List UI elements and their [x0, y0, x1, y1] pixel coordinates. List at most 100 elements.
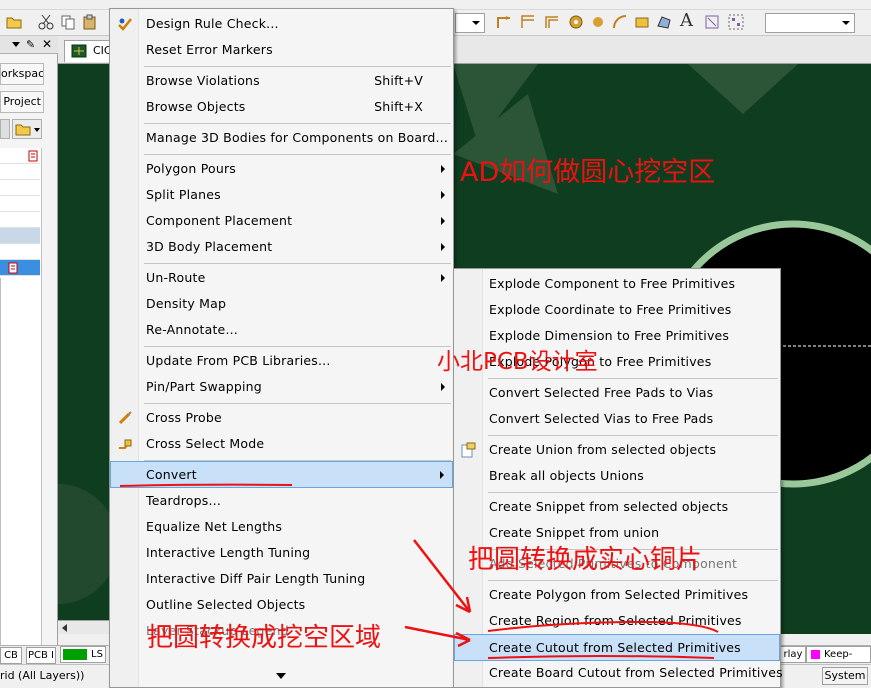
menu-item-diff-pair-length-tuning[interactable]: Interactive Diff Pair Length Tuning	[110, 566, 453, 592]
annotation-watermark: 小北PCB设计室	[437, 349, 598, 375]
projects-panel: ✎ ✕ orkspace Project	[0, 36, 58, 688]
menu-item-vias-to-pads[interactable]: Convert Selected Vias to Free Pads	[454, 406, 780, 432]
polygon-icon[interactable]	[656, 14, 672, 30]
pad-icon[interactable]	[590, 14, 606, 30]
submenu-arrow-icon	[441, 243, 445, 251]
menu-item-create-board-cutout[interactable]: Create Board Cutout from Selected Primit…	[454, 660, 783, 686]
list-item-selected[interactable]	[0, 260, 40, 276]
menu-item-convert[interactable]: Convert	[110, 461, 453, 488]
project-tree	[0, 148, 42, 688]
check-shield-icon	[118, 18, 132, 31]
paste-icon[interactable]	[82, 14, 98, 30]
list-item[interactable]	[0, 244, 40, 260]
arc-icon[interactable]	[612, 14, 628, 30]
menu-item-un-route[interactable]: Un-Route	[110, 265, 453, 291]
folder-options-button[interactable]	[12, 119, 42, 139]
list-item[interactable]	[0, 196, 40, 212]
menu-item-pin-part-swapping[interactable]: Pin/Part Swapping	[110, 374, 453, 400]
fill-icon[interactable]	[634, 14, 650, 30]
layer-dropdown[interactable]	[455, 13, 485, 33]
menu-item-create-union[interactable]: Create Union from selected objects	[454, 437, 780, 463]
route-icon[interactable]	[496, 14, 512, 30]
menu-item-reset-error-markers[interactable]: Reset Error Markers	[110, 37, 453, 63]
list-item[interactable]	[0, 180, 40, 196]
horizontal-scrollbar[interactable]	[58, 620, 110, 634]
menu-item-update-from-pcb-libraries[interactable]: Update From PCB Libraries...	[110, 348, 453, 374]
via-icon[interactable]	[568, 14, 584, 30]
scroll-left-icon[interactable]	[62, 624, 67, 632]
pcb-document-icon	[71, 44, 87, 58]
chevron-down-icon	[472, 21, 480, 25]
menu-item-outline-selected-objects[interactable]: Outline Selected Objects	[110, 592, 453, 618]
menu-item-cross-probe[interactable]: Cross Probe	[110, 405, 453, 431]
cross-probe-icon	[118, 411, 132, 425]
menu-item-create-polygon[interactable]: Create Polygon from Selected Primitives	[454, 582, 780, 608]
menu-item-design-rule-check[interactable]: Design Rule Check...	[110, 11, 453, 37]
submenu-arrow-icon	[441, 165, 445, 173]
menu-item-manage-3d-bodies[interactable]: Manage 3D Bodies for Components on Board…	[110, 125, 453, 151]
menu-item-pads-to-vias[interactable]: Convert Selected Free Pads to Vias	[454, 380, 780, 406]
menu-item-create-cutout[interactable]: Create Cutout from Selected Primitives	[454, 634, 780, 661]
panel-menu-icon[interactable]	[12, 42, 20, 47]
convert-submenu: Explode Component to Free Primitives Exp…	[453, 268, 783, 688]
document-icon	[28, 150, 38, 162]
menu-item-browse-objects[interactable]: Browse Objects Shift+X	[110, 94, 453, 120]
menu-item-polygon-pours[interactable]: Polygon Pours	[110, 156, 453, 182]
cut-icon[interactable]	[38, 14, 54, 30]
scroll-down-arrow-icon[interactable]	[276, 673, 286, 679]
copy-icon[interactable]	[60, 14, 76, 30]
list-item[interactable]	[0, 212, 40, 228]
multi-route-icon[interactable]	[544, 14, 560, 30]
pin-icon[interactable]: ✎	[26, 38, 35, 51]
menu-item-teardrops[interactable]: Teardrops...	[110, 488, 453, 514]
list-item[interactable]	[0, 148, 40, 164]
layer-color-swatch	[63, 649, 87, 660]
submenu-arrow-icon	[441, 274, 445, 282]
coordinate-icon[interactable]	[704, 14, 720, 30]
menu-item-density-map[interactable]: Density Map	[110, 291, 453, 317]
diff-pair-icon[interactable]	[520, 14, 536, 30]
filter-dropdown[interactable]	[765, 13, 855, 33]
menu-item-explode-coordinate[interactable]: Explode Coordinate to Free Primitives	[454, 297, 780, 323]
menu-item-component-placement[interactable]: Component Placement	[110, 208, 453, 234]
list-item[interactable]	[0, 164, 40, 180]
menu-item-cross-select-mode[interactable]: Cross Select Mode	[110, 431, 453, 457]
layer-tab-keepout[interactable]: Keep-Out	[806, 646, 871, 675]
chevron-down-icon	[842, 21, 850, 25]
chevron-down-icon	[34, 128, 40, 132]
layer-tab-cb[interactable]: CB	[0, 647, 22, 664]
open-folder-icon[interactable]	[6, 14, 22, 30]
submenu-arrow-icon	[441, 191, 445, 199]
menu-item-3d-body-placement[interactable]: 3D Body Placement	[110, 234, 453, 260]
menu-item-equalize-net-lengths[interactable]: Equalize Net Lengths	[110, 514, 453, 540]
status-text: rid (All Layers))	[0, 669, 85, 682]
menu-item-re-annotate[interactable]: Re-Annotate...	[110, 317, 453, 343]
annotation-solid-copper: 把圆转换成实心铜片	[468, 545, 703, 575]
layer-tab-ls[interactable]: LS	[60, 646, 106, 663]
workspace-button[interactable]: orkspace	[0, 63, 44, 85]
menu-item-browse-violations[interactable]: Browse Violations Shift+V	[110, 68, 453, 94]
system-button[interactable]: System	[822, 667, 868, 685]
panel-tool-button[interactable]	[0, 119, 10, 139]
close-icon[interactable]: ✕	[42, 37, 52, 51]
menu-item-interactive-length-tuning[interactable]: Interactive Length Tuning	[110, 540, 453, 566]
submenu-arrow-icon	[440, 471, 444, 479]
menu-item-split-planes[interactable]: Split Planes	[110, 182, 453, 208]
array-icon[interactable]	[728, 14, 744, 30]
folder-icon	[15, 124, 31, 136]
layer-tab-overlay[interactable]: rlay	[780, 646, 806, 663]
submenu-arrow-icon	[441, 383, 445, 391]
submenu-arrow-icon	[441, 217, 445, 225]
menu-item-break-unions[interactable]: Break all objects Unions	[454, 463, 780, 489]
annotation-title: AD如何做圆心挖空区	[460, 157, 716, 188]
menu-item-explode-component[interactable]: Explode Component to Free Primitives	[454, 271, 780, 297]
annotation-cutout-region: 把圆转换成挖空区域	[147, 623, 382, 653]
layer-tab-pcb[interactable]: PCB I	[26, 647, 56, 664]
string-icon[interactable]: A	[680, 12, 696, 30]
project-button[interactable]: Project	[0, 91, 44, 113]
list-item[interactable]	[0, 228, 40, 244]
menu-item-create-region[interactable]: Create Region from Selected Primitives	[454, 608, 780, 634]
menu-item-snippet-from-selected[interactable]: Create Snippet from selected objects	[454, 494, 780, 520]
union-icon	[461, 442, 476, 458]
tools-menu: Design Rule Check... Reset Error Markers…	[109, 8, 454, 688]
